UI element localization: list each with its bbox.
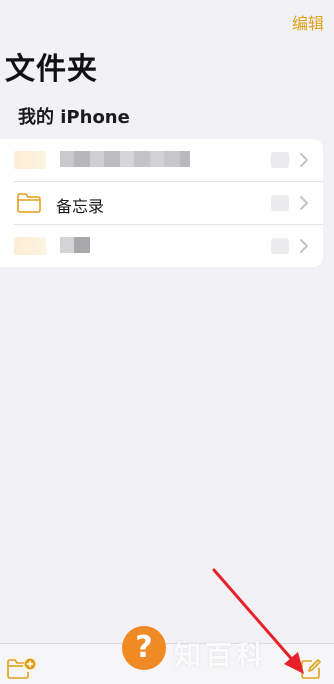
folder-row-blurred-1[interactable]	[0, 139, 323, 181]
blurred-label	[60, 151, 190, 167]
blurred-folder-icon	[14, 151, 46, 169]
notes-folders-screen: 编辑 文件夹 我的 iPhone 备忘录 ? 知百科	[0, 0, 334, 684]
blurred-count	[271, 195, 289, 211]
watermark-badge: ?	[122, 626, 166, 670]
folder-row-notes[interactable]: 备忘录	[0, 182, 323, 224]
blurred-count	[271, 152, 289, 168]
chevron-right-icon	[300, 153, 308, 167]
question-icon: ?	[135, 630, 153, 665]
watermark: ? 知百科	[122, 626, 312, 672]
folder-label: 备忘录	[56, 197, 105, 216]
section-title-my-iphone: 我的 iPhone	[18, 107, 130, 128]
folder-list: 备忘录	[0, 139, 323, 267]
blurred-label	[60, 237, 90, 253]
blurred-folder-icon	[14, 237, 46, 255]
watermark-text: 知百科	[174, 641, 267, 672]
chevron-right-icon	[300, 196, 308, 210]
edit-button[interactable]: 编辑	[292, 10, 324, 34]
folder-icon	[17, 193, 41, 213]
chevron-right-icon	[300, 239, 308, 253]
folder-row-blurred-2[interactable]	[0, 225, 323, 267]
blurred-count	[271, 238, 289, 254]
page-title: 文件夹	[5, 52, 98, 87]
new-folder-icon[interactable]	[6, 656, 36, 680]
